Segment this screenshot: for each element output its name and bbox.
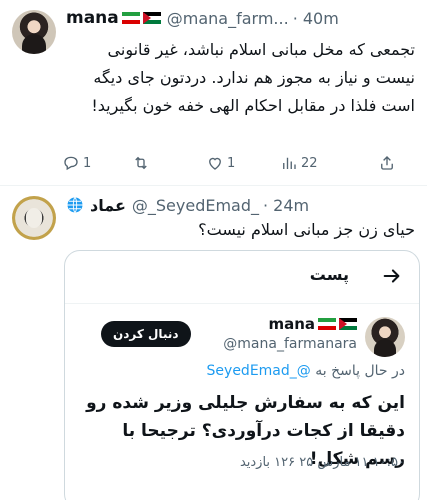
divider xyxy=(65,303,419,304)
retweet-icon xyxy=(135,156,147,170)
avatar[interactable] xyxy=(365,317,405,357)
share-icon xyxy=(381,156,393,170)
views-count: 22 xyxy=(301,155,318,171)
like-count: 1 xyxy=(227,155,236,171)
author-name[interactable]: عماد xyxy=(90,196,126,215)
quoted-author[interactable]: mana xyxy=(268,315,357,333)
tweet-text: حیای زن جز مبانی اسلام نیست؟ xyxy=(198,220,415,239)
quoted-post-card[interactable]: پست mana @mana_farmanara دنبال کردن در ح… xyxy=(64,250,420,500)
reply-count: 1 xyxy=(83,155,92,171)
views-button[interactable]: 22 xyxy=(280,154,318,172)
avatar[interactable] xyxy=(12,10,56,54)
retweet-button[interactable] xyxy=(132,154,153,172)
like-button[interactable]: 1 xyxy=(206,154,235,172)
reply-icon xyxy=(64,156,78,171)
tweet-header: عماد @_SeyedEmad_ · 24m xyxy=(66,193,417,217)
tweet-time[interactable]: · 24m xyxy=(263,196,309,215)
iran-flag-icon xyxy=(121,12,140,24)
views-icon xyxy=(283,157,296,169)
author-handle[interactable]: @mana_farmanara xyxy=(223,336,357,352)
post-meta: ۱۰:۵۰ ۱۱ مارس ۲۵ ۱۲۶ بازدید xyxy=(239,455,405,470)
palestine-flag-icon xyxy=(142,12,161,24)
author-name: mana xyxy=(268,315,315,333)
reply-button[interactable]: 1 xyxy=(62,154,91,172)
author-handle[interactable]: @_SeyedEmad_ xyxy=(132,196,259,215)
card-header: پست xyxy=(65,251,419,303)
author-handle[interactable]: @mana_farm... xyxy=(167,9,289,28)
tweet-time[interactable]: · 40m xyxy=(293,9,339,28)
author-name[interactable]: mana xyxy=(66,8,119,28)
share-button[interactable] xyxy=(378,154,396,172)
globe-icon xyxy=(67,197,83,213)
reply-mention-link[interactable]: @_SeyedEmad xyxy=(207,363,311,379)
tweet-text: تجمعی که مخل مبانی اسلام نباشد، غیر قانو… xyxy=(91,40,415,115)
avatar[interactable] xyxy=(12,196,56,240)
iran-flag-icon xyxy=(318,318,336,330)
tweet-actions: 1 1 22 xyxy=(62,150,412,176)
like-icon xyxy=(209,157,221,170)
tweet-header: mana @mana_farm... · 40m xyxy=(66,6,417,30)
follow-button[interactable]: دنبال کردن xyxy=(101,321,191,347)
arrow-right-icon[interactable] xyxy=(381,265,403,287)
card-title: پست xyxy=(309,265,349,284)
divider xyxy=(0,185,427,186)
palestine-flag-icon xyxy=(339,318,357,330)
reply-prefix: در حال پاسخ به xyxy=(315,363,405,379)
replying-to: در حال پاسخ به @_SeyedEmad xyxy=(207,363,405,379)
